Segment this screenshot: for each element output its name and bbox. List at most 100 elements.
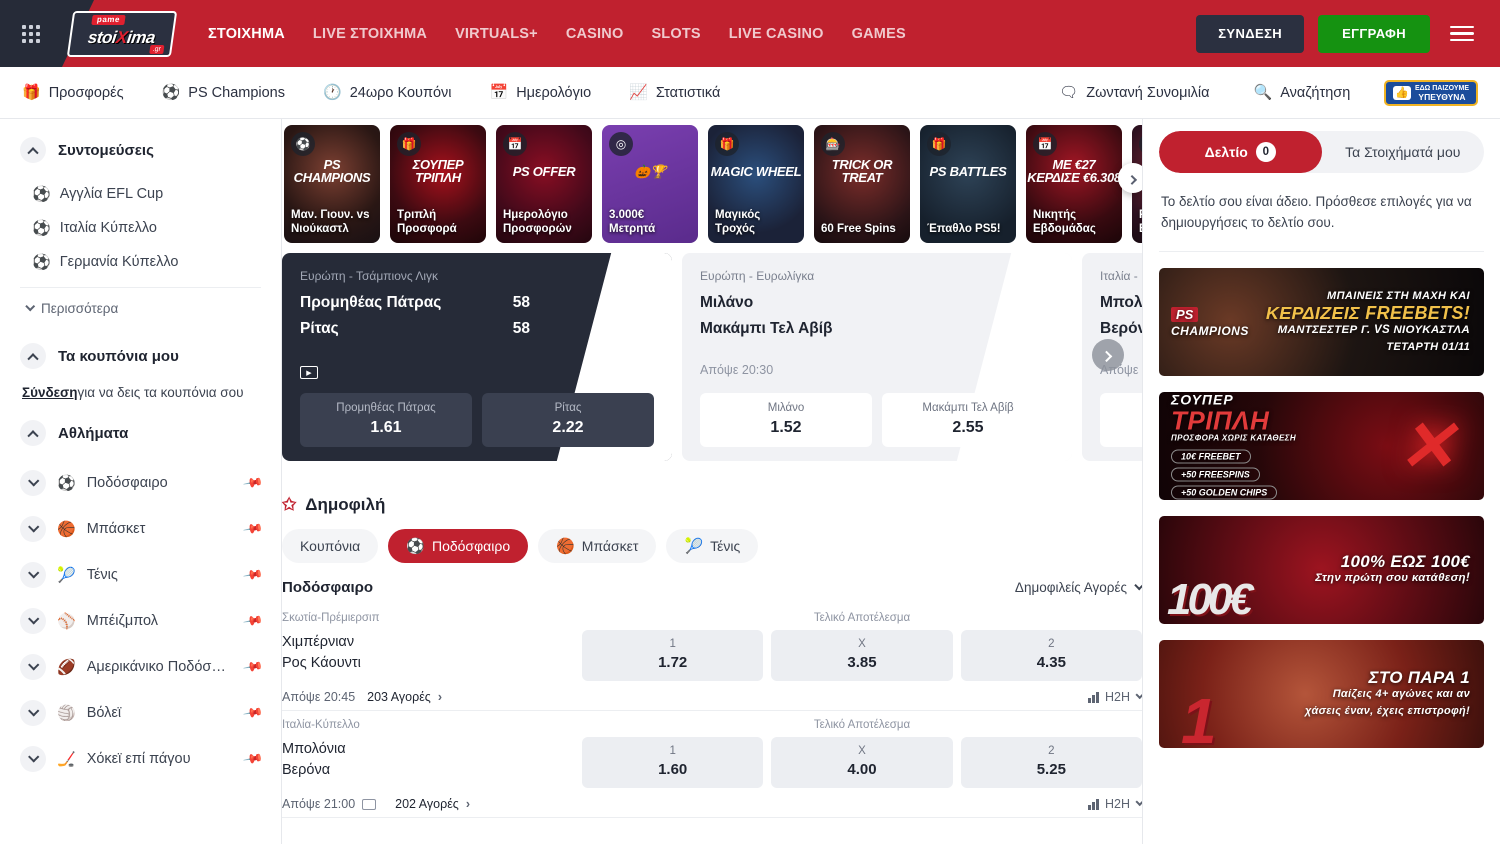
tab-betslip[interactable]: Δελτίο 0 bbox=[1159, 131, 1322, 173]
sidebar-sport-volei[interactable]: 🏐 Βόλεϊ 📌 bbox=[20, 690, 261, 736]
promo-card[interactable]: 🎁 ΣΟΥΠΕΡ ΤΡΙΠΛΗ Τριπλή Προσφορά bbox=[390, 125, 486, 243]
odd-button[interactable]: Μιλάνο 1.52 bbox=[700, 393, 872, 447]
nav-item-virtuals[interactable]: VIRTUALS+ bbox=[455, 26, 538, 42]
pin-icon[interactable]: 📌 bbox=[242, 656, 264, 678]
pin-icon[interactable]: 📌 bbox=[242, 472, 264, 494]
promo-card[interactable]: 📅 ΜΕ €27 ΚΕΡΔΙΣΕ €6.308 Νικητής Εβδομάδα… bbox=[1026, 125, 1122, 243]
chevron-down-icon[interactable] bbox=[20, 470, 46, 496]
pin-icon[interactable]: 📌 bbox=[242, 518, 264, 540]
promo-card[interactable]: 🎰 TRICK OR TREAT 60 Free Spins bbox=[814, 125, 910, 243]
chevron-down-icon[interactable] bbox=[20, 516, 46, 542]
sidebar-item-efl-cup[interactable]: ⚽ Αγγλία EFL Cup bbox=[20, 177, 261, 211]
featured-next-button[interactable] bbox=[1092, 339, 1124, 371]
search-icon: 🔍 bbox=[1254, 85, 1273, 100]
nav-item-live-casino[interactable]: LIVE CASINO bbox=[729, 26, 824, 42]
odd-button[interactable]: Ρίτας 2.22 bbox=[482, 393, 654, 447]
sidebar-sport-podosfairo[interactable]: ⚽ Ποδόσφαιρο 📌 bbox=[20, 460, 261, 506]
chevron-down-icon[interactable] bbox=[20, 700, 46, 726]
promo-card[interactable]: ◎ 🎃🏆 3.000€ Μετρητά bbox=[602, 125, 698, 243]
markets-count[interactable]: 202 Αγορές bbox=[395, 797, 459, 811]
subnav-item-prosfores[interactable]: 🎁 Προσφορές bbox=[22, 85, 124, 101]
h2h-button[interactable]: H2H bbox=[1088, 690, 1142, 704]
search-button[interactable]: 🔍 Αναζήτηση bbox=[1254, 85, 1351, 101]
pin-icon[interactable]: 📌 bbox=[242, 702, 264, 724]
sidebar-item-italia-kypello[interactable]: ⚽ Ιταλία Κύπελλο bbox=[20, 211, 261, 245]
site-logo[interactable]: pame stoiXima .gr bbox=[68, 10, 176, 58]
event-row: Σκωτία-Πρέμιερσιπ Χιμπέρνιαν Ρος Κάουντι… bbox=[282, 604, 1142, 711]
odd-button-2[interactable]: 2 4.35 bbox=[961, 630, 1142, 681]
promo-banner-100-bonus[interactable]: 100€ 100% ΕΩΣ 100€ Στην πρώτη σου κατάθε… bbox=[1159, 516, 1484, 624]
odd-button[interactable]: Μακάμπι Τελ Αβίβ 2.55 bbox=[882, 393, 1054, 447]
nav-item-games[interactable]: GAMES bbox=[852, 26, 906, 42]
odd-button-1[interactable]: 1 1.72 bbox=[582, 630, 763, 681]
promo-card[interactable]: 🎁 PS BATTLES Έπαθλο PS5! bbox=[920, 125, 1016, 243]
subnav-item-ps-champions[interactable]: ⚽ PS Champions bbox=[162, 85, 285, 101]
sidebar-sport-xokei[interactable]: 🏒 Χόκεϊ επί πάγου 📌 bbox=[20, 736, 261, 782]
chevron-right-icon[interactable]: › bbox=[466, 797, 470, 811]
nav-item-stoixima[interactable]: ΣΤΟΙΧΗΜΑ bbox=[208, 26, 285, 42]
pill-podosfairo[interactable]: ⚽ Ποδόσφαιρο bbox=[388, 529, 528, 563]
odd-key: 2 bbox=[961, 745, 1142, 757]
subnav-item-24ωro-koupони[interactable]: 🕐 24ωρο Κουπόνι bbox=[323, 85, 452, 101]
apps-grid-icon[interactable] bbox=[0, 25, 62, 43]
sports-section-header[interactable]: Αθλήματα bbox=[20, 420, 261, 446]
tab-my-bets[interactable]: Τα Στοιχήματά μου bbox=[1322, 131, 1485, 173]
sidebar-sport-mpasket[interactable]: 🏀 Μπάσκετ 📌 bbox=[20, 506, 261, 552]
pill-mpasket[interactable]: 🏀 Μπάσκετ bbox=[538, 529, 656, 563]
markets-selector[interactable]: Δημοφιλείς Αγορές bbox=[1015, 580, 1142, 595]
my-coupons-section-header[interactable]: Τα κουπόνια μου bbox=[20, 343, 261, 369]
login-button[interactable]: ΣΥΝΔΕΣΗ bbox=[1196, 15, 1304, 53]
h2h-button[interactable]: H2H bbox=[1088, 797, 1142, 811]
promo-banner-super-tripli[interactable]: ΣΟΥΠΕΡ ΤΡΙΠΛΗ ΠΡΟΣΦΟΡΑ ΧΩΡΙΣ ΚΑΤΑΘΕΣΗ 10… bbox=[1159, 392, 1484, 500]
live-video-icon[interactable]: ▶ bbox=[300, 366, 318, 379]
chevron-down-icon[interactable] bbox=[20, 562, 46, 588]
promo-card[interactable]: 📅 PS OFFER Ημερολόγιο Προσφορών bbox=[496, 125, 592, 243]
chevron-down-icon[interactable] bbox=[20, 746, 46, 772]
home-team: Χιμπέρνιαν bbox=[282, 632, 582, 653]
hamburger-menu-icon[interactable] bbox=[1444, 20, 1480, 48]
home-team: Μπολόνια bbox=[282, 739, 582, 760]
live-chat-button[interactable]: 🗨 Ζωντανή Συνομιλία bbox=[1059, 85, 1209, 101]
event-odds-group: 1 1.60 X 4.00 bbox=[1100, 393, 1142, 447]
odd-button[interactable]: 1 1.60 bbox=[1100, 393, 1142, 447]
nav-item-casino[interactable]: CASINO bbox=[566, 26, 624, 42]
calendar-icon: 📅 bbox=[490, 85, 509, 100]
markets-count[interactable]: 203 Αγορές bbox=[367, 690, 431, 704]
event-time: Απόψε 20:30 bbox=[700, 363, 1054, 377]
register-button[interactable]: ΕΓΓΡΑΦΗ bbox=[1318, 15, 1430, 53]
event-league: Ευρώπη - Ευρωλίγκα bbox=[700, 269, 1054, 283]
featured-event-card[interactable]: Ευρώπη - Ευρωλίγκα Μιλάνο Μακάμπι Τελ Αβ… bbox=[682, 253, 1072, 461]
pin-icon[interactable]: 📌 bbox=[242, 610, 264, 632]
promo-card[interactable]: ⚽ PS CHAMPIONS Μαν. Γιουν. vs Νιούκαστλ bbox=[284, 125, 380, 243]
promo-next-button[interactable] bbox=[1118, 163, 1142, 193]
nav-item-live-stoixima[interactable]: LIVE ΣΤΟΙΧΗΜΑ bbox=[313, 26, 427, 42]
pill-kouponia[interactable]: Κουπόνια bbox=[282, 529, 378, 563]
subnav-item-imerologio[interactable]: 📅 Ημερολόγιο bbox=[490, 85, 592, 101]
coupons-login-link[interactable]: Σύνδεση bbox=[22, 385, 78, 400]
chevron-down-icon[interactable] bbox=[20, 608, 46, 634]
pin-icon[interactable]: 📌 bbox=[242, 748, 264, 770]
promo-banner-ps-champions[interactable]: PS CHAMPIONS ΜΠΑΙΝΕΙΣ ΣΤΗ ΜΑΧΗ ΚΑΙ ΚΕΡΔΙ… bbox=[1159, 268, 1484, 376]
shortcuts-section-header[interactable]: Συντομεύσεις bbox=[20, 137, 261, 163]
odd-button-1[interactable]: 1 1.60 bbox=[582, 737, 763, 788]
show-more-button[interactable]: Περισσότερα bbox=[20, 287, 261, 329]
pill-tenis[interactable]: 🎾 Τένις bbox=[666, 529, 758, 563]
odd-button-x[interactable]: X 3.85 bbox=[771, 630, 952, 681]
subnav-item-statistika[interactable]: 📈 Στατιστικά bbox=[629, 85, 720, 101]
sidebar-sport-tenis[interactable]: 🎾 Τένις 📌 bbox=[20, 552, 261, 598]
sidebar-sport-amerikaniko-podosfairo[interactable]: 🏈 Αμερικάνικο Ποδόσ… 📌 bbox=[20, 644, 261, 690]
header-actions: ΣΥΝΔΕΣΗ ΕΓΓΡΑΦΗ bbox=[1196, 15, 1500, 53]
promo-card[interactable]: 🎁 MAGIC WHEEL Μαγικός Τροχός bbox=[708, 125, 804, 243]
odd-button-2[interactable]: 2 5.25 bbox=[961, 737, 1142, 788]
pin-icon[interactable]: 📌 bbox=[242, 564, 264, 586]
nav-item-slots[interactable]: SLOTS bbox=[651, 26, 700, 42]
featured-event-card[interactable]: Ευρώπη - Τσάμπιονς Λιγκ Προμηθέας Πάτρας… bbox=[282, 253, 672, 461]
chevron-right-icon[interactable]: › bbox=[438, 690, 442, 704]
sidebar-item-germania-kypello[interactable]: ⚽ Γερμανία Κύπελλο bbox=[20, 245, 261, 279]
odd-button[interactable]: Προμηθέας Πάτρας 1.61 bbox=[300, 393, 472, 447]
promo-banner-sto-para-1[interactable]: 1 ΣΤΟ ΠΑΡΑ 1 Παίζεις 4+ αγώνες και αν χά… bbox=[1159, 640, 1484, 748]
odd-button-x[interactable]: X 4.00 bbox=[771, 737, 952, 788]
responsible-gaming-badge[interactable]: 👍 ΕΔΩ ΠΑΙΖΟΥΜΕ ΥΠΕΥΘΥΝΑ bbox=[1384, 80, 1478, 106]
sidebar-sport-mpeizmpol[interactable]: ⚾ Μπέιζμπολ 📌 bbox=[20, 598, 261, 644]
chevron-down-icon[interactable] bbox=[20, 654, 46, 680]
